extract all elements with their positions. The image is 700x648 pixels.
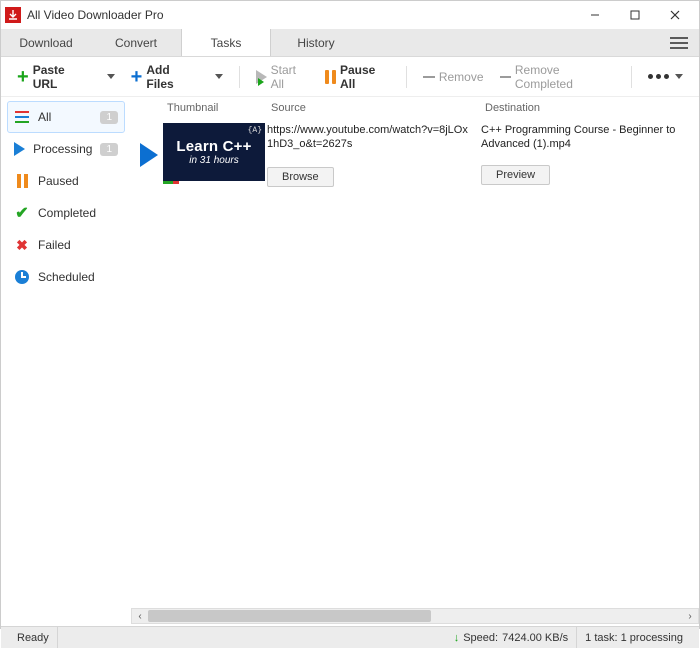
sidebar-item-label: Completed [38, 206, 118, 220]
sidebar-item-label: Scheduled [38, 270, 118, 284]
chevron-down-icon [675, 74, 683, 79]
task-row[interactable]: {A} Learn C++ in 31 hours https://www.yo… [131, 119, 699, 187]
task-list: Thumbnail Source Destination {A} Learn C… [131, 97, 699, 606]
progress-bar [163, 181, 265, 184]
add-files-dropdown[interactable] [207, 70, 229, 83]
separator [239, 66, 240, 88]
thumbnail-line1: Learn C++ [176, 138, 251, 155]
tab-convert[interactable]: Convert [91, 29, 181, 56]
paste-url-dropdown[interactable] [99, 70, 121, 83]
remove-completed-label: Remove Completed [515, 63, 615, 91]
toolbar: + Paste URL + Add Files Start All Pause … [1, 57, 699, 97]
app-logo-icon [5, 7, 21, 23]
sidebar-item-failed[interactable]: ✖ Failed [7, 229, 125, 261]
sidebar-item-label: Processing [33, 142, 92, 156]
column-headers: Thumbnail Source Destination [131, 97, 699, 119]
play-icon [14, 141, 25, 157]
status-speed: ↓ Speed: 7424.00 KB/s [446, 627, 577, 648]
col-thumbnail[interactable]: Thumbnail [167, 102, 271, 114]
sidebar: All 1 Processing 1 Paused ✔ Completed ✖ … [1, 97, 131, 606]
sidebar-item-processing[interactable]: Processing 1 [7, 133, 125, 165]
tab-tasks[interactable]: Tasks [181, 29, 271, 56]
plus-icon: + [17, 67, 29, 87]
sidebar-item-scheduled[interactable]: Scheduled [7, 261, 125, 293]
check-icon: ✔ [14, 205, 30, 221]
play-icon [256, 70, 267, 84]
sidebar-item-paused[interactable]: Paused [7, 165, 125, 197]
plus-icon: + [131, 67, 143, 87]
task-thumbnail: {A} Learn C++ in 31 hours [163, 123, 265, 181]
paste-url-label: Paste URL [33, 63, 89, 91]
status-ready: Ready [9, 627, 58, 648]
remove-completed-button[interactable]: Remove Completed [494, 59, 622, 95]
more-icon [648, 74, 669, 79]
preview-button[interactable]: Preview [481, 165, 550, 185]
scroll-right-icon[interactable]: › [682, 611, 698, 622]
add-files-button[interactable]: + Add Files [125, 59, 203, 95]
sidebar-item-all[interactable]: All 1 [7, 101, 125, 133]
clock-icon [14, 269, 30, 285]
sidebar-item-label: Paused [38, 174, 118, 188]
horizontal-scrollbar[interactable]: ‹ › [131, 608, 699, 624]
minimize-button[interactable] [575, 3, 615, 27]
tab-history[interactable]: History [271, 29, 361, 56]
pause-icon [14, 173, 30, 189]
scroll-thumb[interactable] [148, 610, 431, 622]
close-button[interactable] [655, 3, 695, 27]
col-source[interactable]: Source [271, 102, 485, 114]
speed-value: 7424.00 KB/s [502, 632, 568, 644]
col-destination[interactable]: Destination [485, 102, 699, 114]
sidebar-item-label: Failed [38, 238, 118, 252]
speed-label: Speed: [463, 632, 498, 644]
start-all-button[interactable]: Start All [250, 59, 315, 95]
status-tasks: 1 task: 1 processing [577, 627, 691, 648]
chevron-down-icon [215, 74, 223, 79]
thumbnail-badge: {A} [248, 126, 262, 135]
chevron-down-icon [107, 74, 115, 79]
remove-label: Remove [439, 70, 484, 84]
pause-icon [325, 70, 336, 84]
pause-all-label: Pause All [340, 63, 390, 91]
titlebar: All Video Downloader Pro [1, 1, 699, 29]
play-icon [140, 143, 158, 167]
status-bar: Ready ↓ Speed: 7424.00 KB/s 1 task: 1 pr… [1, 626, 699, 648]
minus-icon [500, 76, 511, 78]
thumbnail-line2: in 31 hours [189, 155, 238, 166]
minus-icon [423, 76, 435, 78]
task-destination: C++ Programming Course - Beginner to Adv… [481, 123, 695, 151]
add-files-label: Add Files [146, 63, 196, 91]
scroll-left-icon[interactable]: ‹ [132, 611, 148, 622]
remove-button[interactable]: Remove [417, 66, 490, 88]
browse-button[interactable]: Browse [267, 167, 334, 187]
count-badge: 1 [100, 111, 118, 124]
start-all-label: Start All [271, 63, 309, 91]
separator [631, 66, 632, 88]
count-badge: 1 [100, 143, 118, 156]
sidebar-item-label: All [38, 110, 92, 124]
maximize-button[interactable] [615, 3, 655, 27]
window-title: All Video Downloader Pro [27, 8, 575, 22]
task-source-url: https://www.youtube.com/watch?v=8jLOx1hD… [267, 123, 473, 163]
x-icon: ✖ [14, 237, 30, 253]
paste-url-button[interactable]: + Paste URL [11, 59, 95, 95]
main-tabs: Download Convert Tasks History [1, 29, 699, 57]
more-button[interactable] [642, 70, 689, 83]
separator [406, 66, 407, 88]
download-arrow-icon: ↓ [454, 632, 460, 644]
all-icon [14, 109, 30, 125]
task-status-icon [135, 123, 163, 187]
tab-download[interactable]: Download [1, 29, 91, 56]
hamburger-icon [670, 42, 688, 44]
pause-all-button[interactable]: Pause All [319, 59, 396, 95]
hscroll-region: ‹ › [1, 606, 699, 626]
sidebar-item-completed[interactable]: ✔ Completed [7, 197, 125, 229]
menu-button[interactable] [659, 29, 699, 56]
